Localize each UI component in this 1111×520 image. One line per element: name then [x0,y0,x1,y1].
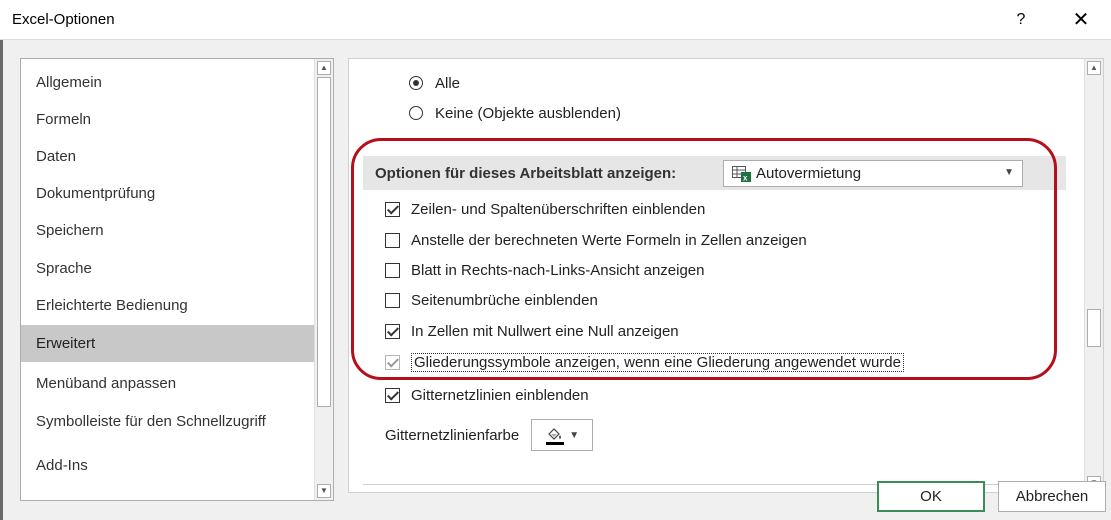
option-outline-symbols[interactable]: Gliederungssymbole anzeigen, wenn eine G… [385,351,904,373]
checkbox-icon[interactable] [385,262,400,278]
option-label: Gitternetzlinien einblenden [411,386,589,404]
checkbox-icon[interactable] [385,201,400,217]
gridline-color-button[interactable]: ▼ [531,419,594,451]
title-bar: Excel-Optionen ? ✕ [0,0,1111,40]
checkbox-icon[interactable] [385,232,400,248]
option-label: In Zellen mit Nullwert eine Null anzeige… [411,322,679,340]
option-label: Gliederungssymbole anzeigen, wenn eine G… [411,352,904,372]
scroll-thumb[interactable] [1087,309,1101,347]
help-button[interactable]: ? [1006,6,1036,34]
options-pane: Alle Keine (Objekte ausblenden) Optionen… [348,58,1104,493]
radio-button-icon[interactable] [409,106,423,120]
option-label: Blatt in Rechts-nach-Links-Ansicht anzei… [411,261,705,279]
dialog-body: Allgemein Formeln Daten Dokumentprüfung … [0,40,1111,520]
option-zero-values[interactable]: In Zellen mit Nullwert eine Null anzeige… [385,320,679,342]
nav-item-erweitert[interactable]: Erweitert [21,325,314,362]
option-label: Anstelle der berechneten Werte Formeln i… [411,231,807,249]
svg-text:x: x [743,173,748,182]
ok-button[interactable]: OK [877,481,985,512]
radio-alle[interactable]: Alle [409,73,460,93]
radio-keine[interactable]: Keine (Objekte ausblenden) [409,103,621,123]
nav-scrollbar[interactable]: ▲ ▼ [314,59,333,500]
option-rtl[interactable]: Blatt in Rechts-nach-Links-Ansicht anzei… [385,259,704,281]
close-button[interactable]: ✕ [1062,6,1100,34]
option-label: Seitenumbrüche einblenden [411,291,598,309]
scroll-thumb[interactable] [317,77,331,407]
nav-item-daten[interactable]: Daten [21,138,314,175]
paint-bucket-icon [545,426,565,445]
scroll-down-icon[interactable]: ▼ [317,484,331,498]
checkbox-icon[interactable] [385,354,400,370]
checkbox-icon[interactable] [385,323,400,339]
nav-item-menueband-anpassen[interactable]: Menüband anpassen [21,365,314,402]
option-formulas[interactable]: Anstelle der berechneten Werte Formeln i… [385,229,807,251]
option-label: Zeilen- und Spaltenüberschriften einblen… [411,200,706,218]
options-scrollbar[interactable]: ▲ ▼ [1084,59,1103,492]
nav-item-schnellzugriff[interactable]: Symbolleiste für den Schnellzugriff [21,403,314,440]
window-title: Excel-Optionen [12,11,115,28]
gridline-color-label: Gitternetzlinienfarbe [385,426,520,444]
option-headers[interactable]: Zeilen- und Spaltenüberschriften einblen… [385,198,705,220]
nav-item-sprache[interactable]: Sprache [21,250,314,287]
sheet-dropdown[interactable]: x Autovermietung ▼ [723,160,1023,187]
nav-item-formeln[interactable]: Formeln [21,101,314,138]
worksheet-section-header: Optionen für dieses Arbeitsblatt anzeige… [363,156,1066,190]
worksheet-icon: x [732,165,752,182]
nav-item-allgemein[interactable]: Allgemein [21,64,314,101]
section-label: Optionen für dieses Arbeitsblatt anzeige… [375,165,677,182]
nav-item-add-ins[interactable]: Add-Ins [21,447,314,484]
option-gridlines[interactable]: Gitternetzlinien einblenden [385,384,589,406]
chevron-down-icon: ▼ [569,429,580,441]
scroll-up-icon[interactable]: ▲ [1087,61,1101,75]
nav-item-erleichterte-bedienung[interactable]: Erleichterte Bedienung [21,287,314,324]
sheet-name: Autovermietung [756,165,862,182]
option-page-breaks[interactable]: Seitenumbrüche einblenden [385,289,598,311]
nav-item-speichern[interactable]: Speichern [21,212,314,249]
checkbox-icon[interactable] [385,292,400,308]
radio-button-icon[interactable] [409,76,423,90]
category-list: Allgemein Formeln Daten Dokumentprüfung … [20,58,334,501]
radio-label: Alle [435,74,461,92]
chevron-down-icon: ▼ [1004,167,1014,178]
checkbox-icon[interactable] [385,387,400,403]
radio-label: Keine (Objekte ausblenden) [435,104,621,122]
scroll-up-icon[interactable]: ▲ [317,61,331,75]
nav-item-dokumentpruefung[interactable]: Dokumentprüfung [21,175,314,212]
gridline-color-row: Gitternetzlinienfarbe ▼ [385,419,594,451]
color-swatch [546,441,565,445]
cancel-button[interactable]: Abbrechen [998,481,1106,512]
